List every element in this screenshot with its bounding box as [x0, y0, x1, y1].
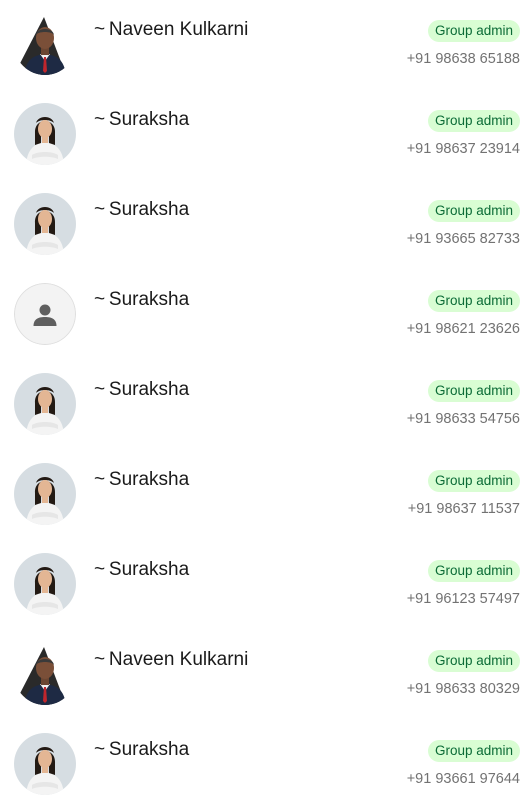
group-admin-badge: Group admin — [427, 20, 520, 42]
group-admin-badge: Group admin — [427, 110, 520, 132]
woman-photo-avatar-image — [14, 733, 76, 795]
participant-row[interactable]: ~ Suraksha Group admin +91 98637 11537 — [0, 450, 530, 540]
avatar[interactable] — [14, 733, 76, 795]
participant-phone: +91 93665 82733 — [406, 231, 520, 247]
group-admin-badge: Group admin — [427, 560, 520, 582]
man-photo-avatar-image — [14, 643, 76, 705]
participant-row[interactable]: ~ Suraksha Group admin +91 93661 97644 — [0, 720, 530, 810]
participant-name: ~ Suraksha — [94, 469, 190, 490]
default-person-avatar-image — [14, 283, 76, 345]
group-admin-badge: Group admin — [427, 470, 520, 492]
avatar[interactable] — [14, 463, 76, 525]
avatar[interactable] — [14, 103, 76, 165]
participant-row[interactable]: ~ Naveen Kulkarni Group admin +91 98638 … — [0, 0, 530, 90]
woman-photo-avatar-image — [14, 103, 76, 165]
participant-row[interactable]: ~ Suraksha Group admin +91 96123 57497 — [0, 540, 530, 630]
participant-phone: +91 98637 23914 — [406, 141, 520, 157]
participant-phone: +91 93661 97644 — [406, 771, 520, 787]
participant-row[interactable]: ~ Suraksha Group admin +91 98637 23914 — [0, 90, 530, 180]
group-admin-badge: Group admin — [427, 290, 520, 312]
group-admin-badge: Group admin — [427, 380, 520, 402]
participant-name: ~ Suraksha — [94, 739, 190, 760]
participant-phone: +91 98637 11537 — [407, 501, 520, 517]
woman-photo-avatar-image — [14, 373, 76, 435]
group-admin-badge: Group admin — [427, 650, 520, 672]
avatar[interactable] — [14, 553, 76, 615]
avatar[interactable] — [14, 643, 76, 705]
participant-row[interactable]: ~ Suraksha Group admin +91 98633 54756 — [0, 360, 530, 450]
participant-phone: +91 98633 80329 — [406, 681, 520, 697]
avatar[interactable] — [14, 13, 76, 75]
participant-list: ~ Naveen Kulkarni Group admin +91 98638 … — [0, 0, 530, 810]
participant-name: ~ Naveen Kulkarni — [94, 19, 249, 40]
avatar[interactable] — [14, 193, 76, 255]
participant-phone: +91 98621 23626 — [406, 321, 520, 337]
participant-row[interactable]: ~ Naveen Kulkarni Group admin +91 98633 … — [0, 630, 530, 720]
man-photo-avatar-image — [14, 13, 76, 75]
participant-name: ~ Suraksha — [94, 289, 190, 310]
participant-row[interactable]: ~ Suraksha Group admin +91 93665 82733 — [0, 180, 530, 270]
group-admin-badge: Group admin — [427, 200, 520, 222]
avatar[interactable] — [14, 373, 76, 435]
participant-phone: +91 98633 54756 — [406, 411, 520, 427]
woman-photo-avatar-image — [14, 193, 76, 255]
group-admin-badge: Group admin — [427, 740, 520, 762]
participant-name: ~ Suraksha — [94, 559, 190, 580]
woman-photo-avatar-image — [14, 553, 76, 615]
participant-name: ~ Suraksha — [94, 109, 190, 130]
participant-name: ~ Suraksha — [94, 199, 190, 220]
participant-phone: +91 96123 57497 — [406, 591, 520, 607]
participant-row[interactable]: ~ Suraksha Group admin +91 98621 23626 — [0, 270, 530, 360]
participant-name: ~ Naveen Kulkarni — [94, 649, 249, 670]
avatar[interactable] — [14, 283, 76, 345]
woman-photo-avatar-image — [14, 463, 76, 525]
participant-phone: +91 98638 65188 — [406, 51, 520, 67]
participant-name: ~ Suraksha — [94, 379, 190, 400]
